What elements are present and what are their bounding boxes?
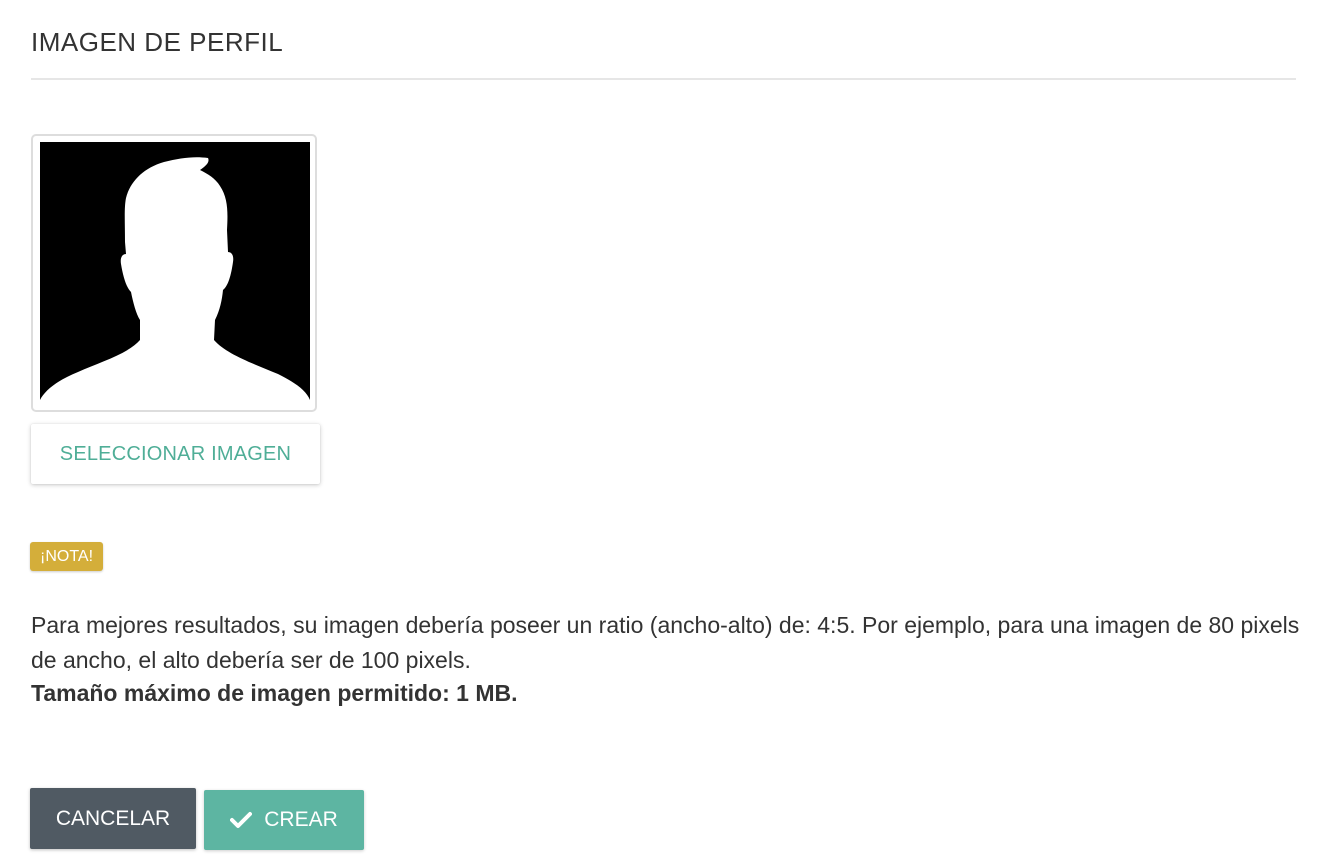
note-badge: ¡NOTA! — [30, 542, 104, 571]
profile-image-page: IMAGEN DE PERFIL SELECCIONAR IMAGEN ¡NOT… — [0, 0, 1336, 864]
avatar-frame — [31, 134, 317, 412]
avatar-image — [40, 142, 310, 400]
select-image-button[interactable]: SELECCIONAR IMAGEN — [31, 424, 320, 484]
create-button[interactable]: CREAR — [204, 790, 364, 850]
create-button-label: CREAR — [264, 808, 338, 831]
section-divider — [31, 78, 1296, 80]
person-silhouette-icon — [40, 142, 310, 400]
check-icon — [230, 812, 253, 828]
cancel-button[interactable]: CANCELAR — [30, 788, 196, 849]
section-title: IMAGEN DE PERFIL — [31, 27, 284, 57]
note-text: Para mejores resultados, su imagen deber… — [31, 612, 1300, 673]
max-size-text: Tamaño máximo de imagen permitido: 1 MB. — [31, 680, 518, 706]
